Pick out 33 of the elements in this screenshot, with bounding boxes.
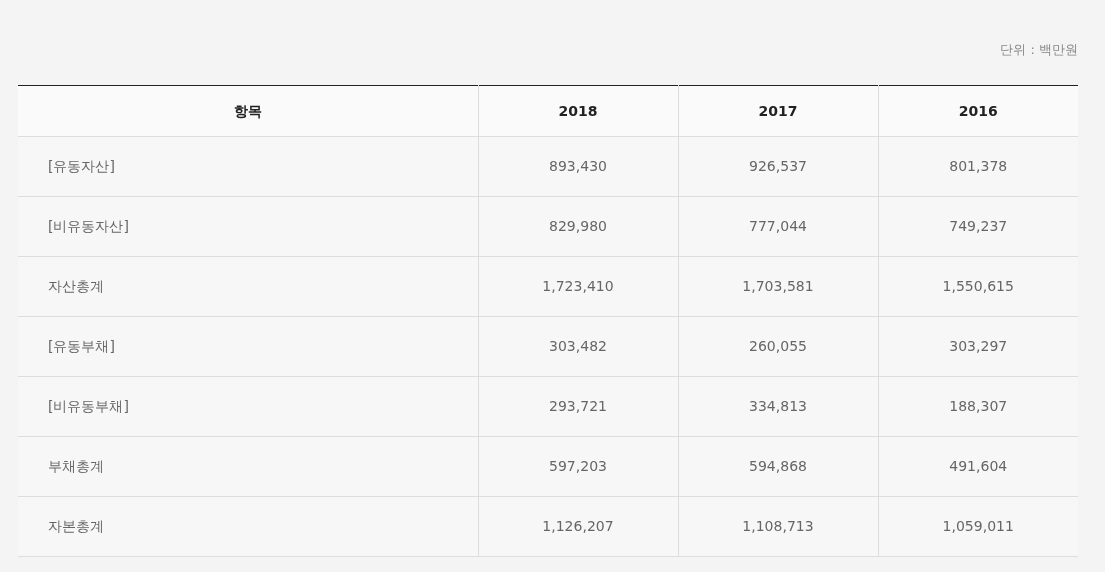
table-cell: 893,430 — [478, 136, 678, 197]
column-header: 2018 — [478, 85, 678, 137]
table-cell: 491,604 — [878, 436, 1078, 497]
column-header: 2016 — [878, 85, 1078, 137]
table-cell: 594,868 — [678, 436, 878, 497]
table-cell: 777,044 — [678, 196, 878, 257]
table-cell: 303,297 — [878, 316, 1078, 377]
column-header: 항목 — [18, 85, 478, 137]
table-cell: 801,378 — [878, 136, 1078, 197]
table-cell: 1,108,713 — [678, 496, 878, 557]
table-cell: 1,703,581 — [678, 256, 878, 317]
table-cell: [유동부채] — [18, 316, 478, 377]
table-cell: 749,237 — [878, 196, 1078, 257]
table-cell: 597,203 — [478, 436, 678, 497]
column-header: 2017 — [678, 85, 878, 137]
table-cell: [비유동자산] — [18, 196, 478, 257]
table-cell: 188,307 — [878, 376, 1078, 437]
table-cell: 1,550,615 — [878, 256, 1078, 317]
table-cell: 829,980 — [478, 196, 678, 257]
table-cell: 1,723,410 — [478, 256, 678, 317]
table-cell: [비유동부채] — [18, 376, 478, 437]
table-cell: 303,482 — [478, 316, 678, 377]
table-cell: 1,126,207 — [478, 496, 678, 557]
table-cell: 자산총계 — [18, 256, 478, 317]
table-cell: 부채총계 — [18, 436, 478, 497]
table-cell: 926,537 — [678, 136, 878, 197]
table-cell: 334,813 — [678, 376, 878, 437]
table-cell: 1,059,011 — [878, 496, 1078, 557]
table-cell: 293,721 — [478, 376, 678, 437]
table-cell: [유동자산] — [18, 136, 478, 197]
unit-label: 단위 : 백만원 — [999, 41, 1078, 59]
table-cell: 자본총계 — [18, 496, 478, 557]
table-cell: 260,055 — [678, 316, 878, 377]
